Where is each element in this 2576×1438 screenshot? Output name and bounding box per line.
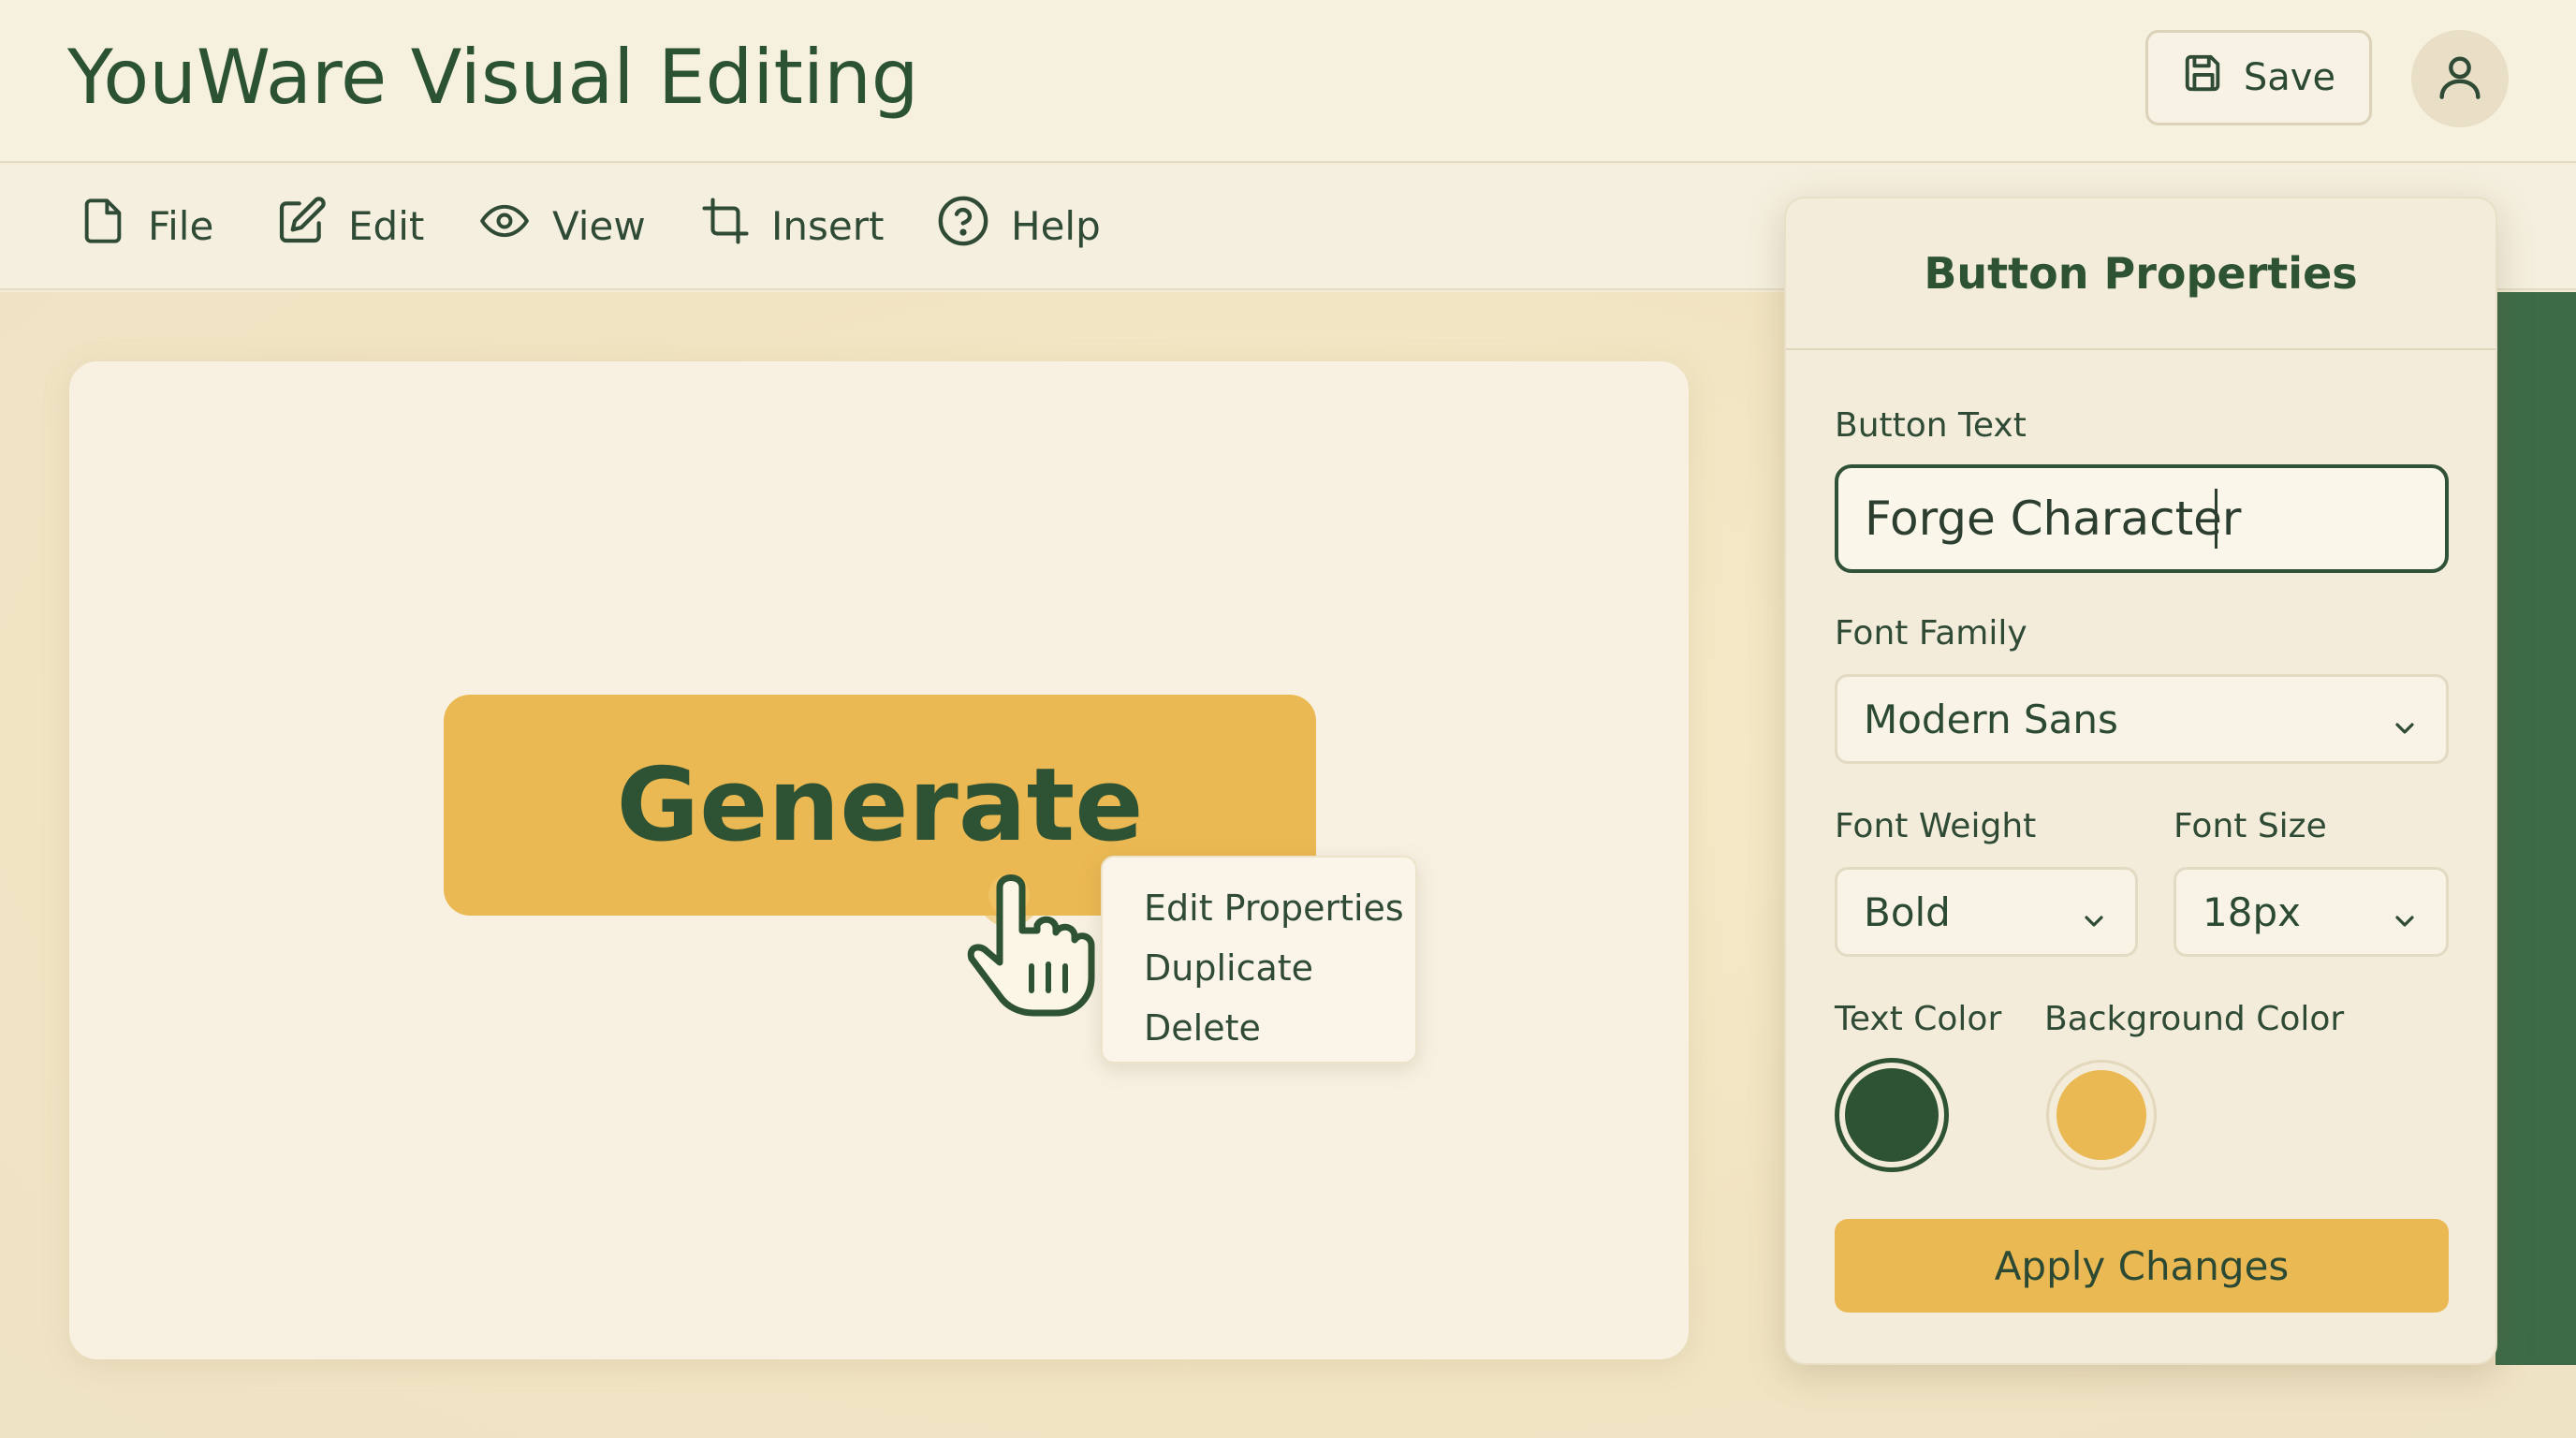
text-color-swatch[interactable]	[1835, 1058, 1949, 1172]
text-color-label: Text Color	[1835, 1000, 2002, 1038]
menu-help-label: Help	[1011, 202, 1101, 249]
button-properties-panel: Button Properties Button Text Font Famil…	[1784, 197, 2497, 1365]
apply-changes-button[interactable]: Apply Changes	[1835, 1219, 2449, 1313]
crop-icon	[700, 196, 751, 256]
menu-view-label: View	[552, 202, 646, 249]
chevron-down-icon	[2079, 900, 2109, 946]
user-avatar-button[interactable]	[2411, 30, 2509, 127]
panel-title: Button Properties	[1786, 198, 2496, 350]
font-family-value: Modern Sans	[1864, 696, 2118, 742]
chevron-down-icon	[2390, 707, 2420, 753]
menu-view[interactable]: View	[477, 193, 646, 258]
menu-insert[interactable]: Insert	[700, 193, 884, 258]
eye-icon	[477, 197, 532, 255]
menu-help[interactable]: Help	[936, 193, 1101, 258]
menu-edit-label: Edit	[348, 202, 425, 249]
app-title: YouWare Visual Editing	[67, 34, 919, 121]
background-color-fill	[2056, 1070, 2146, 1160]
menu-file-label: File	[148, 202, 214, 249]
context-menu: Edit Properties Duplicate Delete	[1101, 856, 1417, 1064]
text-color-fill	[1845, 1068, 1939, 1162]
pencil-square-icon	[275, 195, 328, 257]
context-menu-delete[interactable]: Delete	[1103, 998, 1415, 1058]
font-family-select[interactable]: Modern Sans	[1835, 674, 2449, 764]
save-button[interactable]: Save	[2145, 30, 2372, 125]
context-menu-edit-properties[interactable]: Edit Properties	[1103, 878, 1415, 938]
context-menu-duplicate[interactable]: Duplicate	[1103, 938, 1415, 998]
text-caret	[2215, 489, 2217, 549]
top-bar: YouWare Visual Editing Save	[0, 0, 2576, 163]
font-size-value: 18px	[2203, 888, 2301, 935]
save-label: Save	[2243, 56, 2336, 99]
hand-pointer-cursor-icon	[955, 850, 1114, 1028]
font-size-label: Font Size	[2174, 807, 2327, 845]
user-icon	[2433, 50, 2487, 108]
menu-insert-label: Insert	[771, 202, 885, 249]
font-weight-label: Font Weight	[1835, 807, 2037, 845]
chevron-down-icon	[2390, 900, 2420, 946]
background-color-swatch[interactable]	[2046, 1060, 2157, 1170]
save-icon	[2182, 51, 2225, 104]
file-icon	[79, 194, 127, 257]
font-size-select[interactable]: 18px	[2174, 867, 2449, 957]
button-text-input[interactable]	[1835, 464, 2449, 573]
font-weight-value: Bold	[1864, 888, 1951, 935]
background-color-label: Background Color	[2044, 1000, 2345, 1038]
font-family-label: Font Family	[1835, 614, 2027, 653]
right-edge-strip	[2496, 292, 2576, 1365]
button-text-label: Button Text	[1835, 406, 2027, 445]
menu-file[interactable]: File	[79, 193, 213, 258]
help-circle-icon	[936, 194, 990, 257]
menu-edit[interactable]: Edit	[275, 193, 424, 258]
font-weight-select[interactable]: Bold	[1835, 867, 2138, 957]
